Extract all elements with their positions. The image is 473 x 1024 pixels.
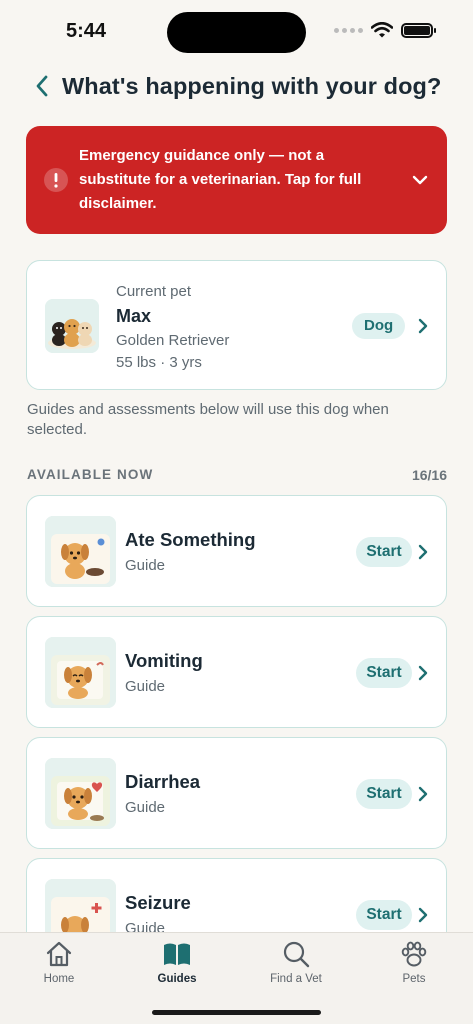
section-header: AVAILABLE NOW 16/16 <box>27 467 447 483</box>
dynamic-island <box>167 12 306 53</box>
status-icons <box>334 22 436 38</box>
start-button[interactable]: Start <box>356 658 412 688</box>
guide-illustration <box>45 516 116 587</box>
search-icon <box>283 941 310 968</box>
guide-title: Vomiting <box>125 650 203 671</box>
tab-label: Pets <box>402 973 426 985</box>
tab-label: Home <box>43 973 75 985</box>
disclaimer-text: Emergency guidance only — not a substitu… <box>79 147 362 212</box>
home-icon <box>46 941 72 967</box>
section-count: 16/16 <box>411 467 447 483</box>
guide-card-vomiting[interactable]: Vomiting Guide Start <box>26 616 447 728</box>
tab-find-a-vet[interactable]: Find a Vet <box>246 939 346 991</box>
chevron-right-icon <box>418 665 428 681</box>
cellular-signal-icon <box>334 27 363 33</box>
guide-type: Guide <box>125 799 166 816</box>
tab-guides[interactable]: Guides <box>127 939 227 991</box>
start-button[interactable]: Start <box>356 900 412 930</box>
back-button[interactable] <box>22 66 62 106</box>
guide-title: Ate Something <box>125 529 256 550</box>
pet-name: Max <box>116 306 152 326</box>
species-badge: Dog <box>352 313 406 339</box>
tab-bar: Home Guides Find a Vet Pets <box>0 932 473 1024</box>
guide-title: Seizure <box>125 892 191 913</box>
chevron-right-icon <box>418 318 428 334</box>
tab-pets[interactable]: Pets <box>364 939 464 991</box>
page-title: What's happening with your dog? <box>62 72 442 99</box>
header: What's happening with your dog? <box>0 64 473 108</box>
battery-icon <box>401 22 436 38</box>
home-indicator[interactable] <box>152 1010 321 1015</box>
section-title: AVAILABLE NOW <box>27 467 154 482</box>
chevron-down-icon <box>412 175 428 185</box>
alert-icon <box>44 168 68 192</box>
status-time: 5:44 <box>66 20 107 42</box>
tab-home[interactable]: Home <box>9 939 109 991</box>
tab-label: Guides <box>157 973 197 985</box>
start-button[interactable]: Start <box>356 537 412 567</box>
guide-type: Guide <box>125 557 166 574</box>
wifi-icon <box>371 22 393 38</box>
paw-icon <box>401 941 427 967</box>
tab-label: Find a Vet <box>270 973 322 985</box>
chevron-right-icon <box>418 786 428 802</box>
guide-card-diarrhea[interactable]: Diarrhea Guide Start <box>26 737 447 849</box>
pet-avatar <box>45 299 99 353</box>
pet-breed: Golden Retriever <box>116 332 230 349</box>
pet-weight-age: 55 lbs · 3 yrs <box>116 354 202 371</box>
book-icon <box>164 943 190 965</box>
current-pet-card[interactable]: Current pet Max Golden Retriever 55 lbs … <box>26 260 447 390</box>
status-bar: 5:44 <box>0 0 473 62</box>
chevron-right-icon <box>418 907 428 923</box>
start-button[interactable]: Start <box>356 779 412 809</box>
chevron-left-icon <box>36 75 48 97</box>
helper-text: Guides and assessments below will use th… <box>27 401 389 438</box>
emergency-disclaimer-banner[interactable]: Emergency guidance only — not a substitu… <box>26 126 447 234</box>
chevron-right-icon <box>418 544 428 560</box>
pet-eyebrow: Current pet <box>116 283 192 300</box>
guide-card-ate-something[interactable]: Ate Something Guide Start <box>26 495 447 607</box>
guide-type: Guide <box>125 678 166 695</box>
guide-illustration <box>45 637 116 708</box>
guide-illustration <box>45 758 116 829</box>
guide-title: Diarrhea <box>125 771 201 792</box>
